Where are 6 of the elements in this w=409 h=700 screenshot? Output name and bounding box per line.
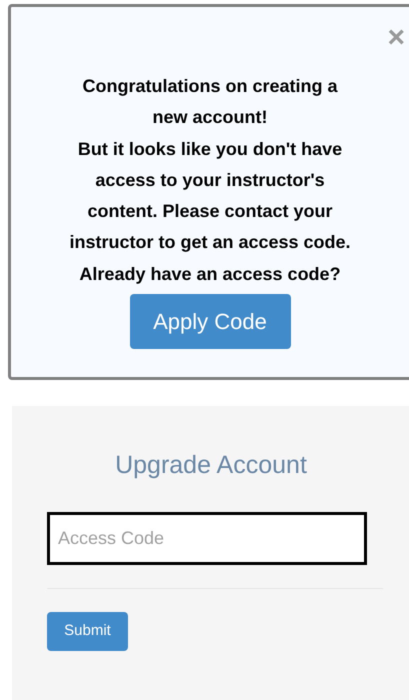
modal-message: Congratulations on creating a new account! But it looks like you don't have access to your instructor's content. Please contact your instructor to get an access code. Already have an access code?	[68, 75, 352, 286]
submit-button[interactable]: Submit	[47, 612, 128, 651]
upgrade-title: Upgrade Account	[114, 450, 308, 480]
apply-code-button[interactable]: Apply Code	[130, 294, 290, 350]
access-code-field[interactable]: Access Code	[47, 512, 367, 565]
close-button[interactable]: ×	[387, 23, 405, 53]
